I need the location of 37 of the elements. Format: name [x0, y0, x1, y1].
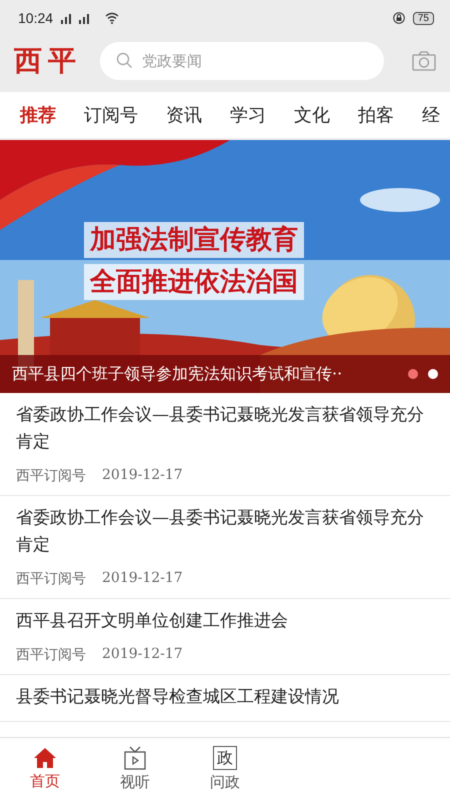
article-title[interactable]: 县委书记聂晓光督导检查城区工程建设情况	[16, 684, 434, 711]
category-tab[interactable]: 文化	[280, 92, 344, 138]
article-source: 西平订阅号	[16, 646, 86, 664]
category-tab[interactable]: 拍客	[344, 92, 408, 138]
status-time: 10:24	[18, 10, 54, 26]
article-title[interactable]: 省委政协工作会议—县委书记聂晓光发言获省领导充分肯定	[16, 505, 434, 559]
article-source: 西平订阅号	[16, 570, 86, 588]
nav-tab[interactable]: 首页	[20, 747, 70, 791]
carousel-dot[interactable]	[408, 369, 418, 379]
tv-icon	[123, 746, 147, 770]
wifi-icon	[105, 12, 120, 24]
banner-slogan: 全面推进依法治国	[84, 264, 304, 300]
carousel-dot[interactable]	[428, 369, 438, 379]
search-icon	[116, 52, 133, 69]
app-logo: 西平	[14, 43, 83, 79]
category-tab[interactable]: 学习	[216, 92, 280, 138]
banner-caption: 西平县四个班子领导参加宪法知识考试和宣传··	[12, 364, 344, 384]
battery-level: 75	[412, 12, 434, 24]
banner[interactable]: 加强法制宣传教育 全面推进依法治国 西平县四个班子领导参加宪法知识考试和宣传··	[0, 140, 450, 393]
banner-slogan: 加强法制宣传教育	[84, 222, 304, 258]
camera-icon[interactable]	[412, 51, 436, 71]
politics-icon: 政	[213, 746, 237, 770]
article-title[interactable]: 省委政协工作会议—县委书记聂晓光发言获省领导充分肯定	[16, 402, 434, 456]
article-date: 2019-12-17	[102, 467, 183, 485]
article-date: 2019-12-17	[102, 646, 183, 664]
category-tab[interactable]: 订阅号	[70, 92, 152, 138]
search-field[interactable]: 党政要闻	[100, 42, 384, 80]
category-tab[interactable]: 推荐	[6, 92, 70, 138]
article-title[interactable]: 西平县召开文明单位创建工作推进会	[16, 608, 434, 635]
category-tab[interactable]: 经	[408, 92, 450, 138]
lock-icon	[392, 12, 405, 24]
home-icon	[33, 747, 57, 769]
nav-tab[interactable]: 视听	[110, 746, 160, 792]
article-source: 西平订阅号	[16, 467, 86, 485]
category-tab[interactable]: 资讯	[152, 92, 216, 138]
article-date: 2019-12-17	[102, 570, 183, 588]
nav-tab[interactable]: 政 问政	[200, 746, 250, 792]
